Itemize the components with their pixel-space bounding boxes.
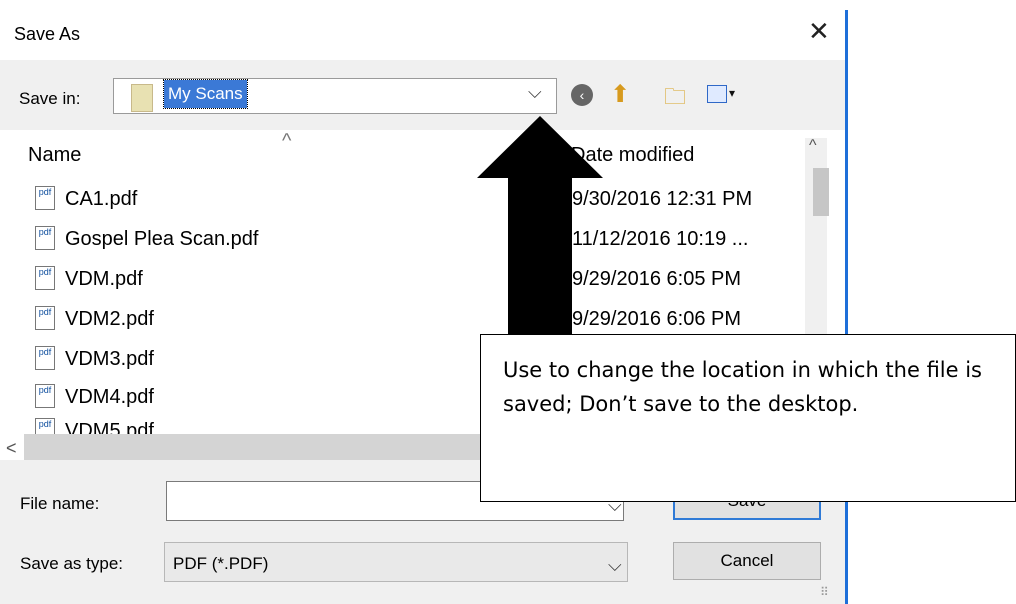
file-name: VDM2.pdf <box>65 308 154 330</box>
pdf-file-icon: pdf <box>35 384 55 408</box>
annotation-callout: Use to change the location in which the … <box>480 334 1016 502</box>
file-name: Gospel Plea Scan.pdf <box>65 228 259 250</box>
save-as-type-label: Save as type: <box>20 554 124 573</box>
pdf-file-icon: pdf <box>35 346 55 370</box>
back-arrow-icon[interactable]: ‹ <box>571 84 593 106</box>
list-item[interactable]: pdf VDM2.pdf 9/29/2016 6:06 PM <box>35 302 825 338</box>
new-folder-icon[interactable]: 🗀 <box>664 80 686 118</box>
save-as-type-value: PDF (*.PDF) <box>173 554 269 573</box>
column-header-name[interactable]: Name <box>28 144 81 167</box>
file-name-label: File name: <box>20 494 100 513</box>
list-item[interactable]: pdf Gospel Plea Scan.pdf 11/12/2016 10:1… <box>35 222 825 258</box>
pdf-file-icon: pdf <box>35 226 55 250</box>
sort-ascending-icon: ^ <box>282 130 292 152</box>
pdf-file-icon: pdf <box>35 186 55 210</box>
resize-grip-icon[interactable]: ⠿ <box>820 585 829 599</box>
list-item[interactable]: pdf VDM.pdf 9/29/2016 6:05 PM <box>35 262 825 298</box>
file-name: VDM.pdf <box>65 268 143 290</box>
dialog-border <box>845 10 848 604</box>
file-name: CA1.pdf <box>65 188 138 210</box>
views-dropdown-icon[interactable]: ▾ <box>729 86 735 100</box>
file-name: VDM5.pdf <box>65 420 154 434</box>
folder-icon <box>131 84 153 112</box>
save-in-selected-folder[interactable]: My Scans <box>163 79 248 109</box>
pdf-file-icon: pdf <box>35 266 55 290</box>
file-name: VDM3.pdf <box>65 348 154 370</box>
scroll-up-icon[interactable]: ^ <box>809 137 817 155</box>
pdf-file-icon: pdf <box>35 418 55 434</box>
list-item[interactable]: pdf CA1.pdf 9/30/2016 12:31 PM <box>35 182 825 218</box>
views-menu-icon[interactable] <box>707 85 727 103</box>
cancel-button[interactable]: Cancel <box>673 542 821 580</box>
file-name: VDM4.pdf <box>65 386 154 408</box>
chevron-down-icon[interactable]: ⌵ <box>528 82 542 103</box>
chevron-down-icon[interactable]: ⌵ <box>608 555 622 576</box>
up-one-level-icon[interactable]: ⬆ <box>610 80 630 109</box>
dialog-title: Save As <box>14 24 81 44</box>
annotation-arrow-icon <box>477 116 603 334</box>
vertical-scroll-thumb[interactable] <box>813 168 829 216</box>
save-in-label: Save in: <box>19 89 81 108</box>
close-icon[interactable]: ✕ <box>808 18 830 44</box>
pdf-file-icon: pdf <box>35 306 55 330</box>
scroll-left-icon[interactable]: < <box>6 438 17 459</box>
